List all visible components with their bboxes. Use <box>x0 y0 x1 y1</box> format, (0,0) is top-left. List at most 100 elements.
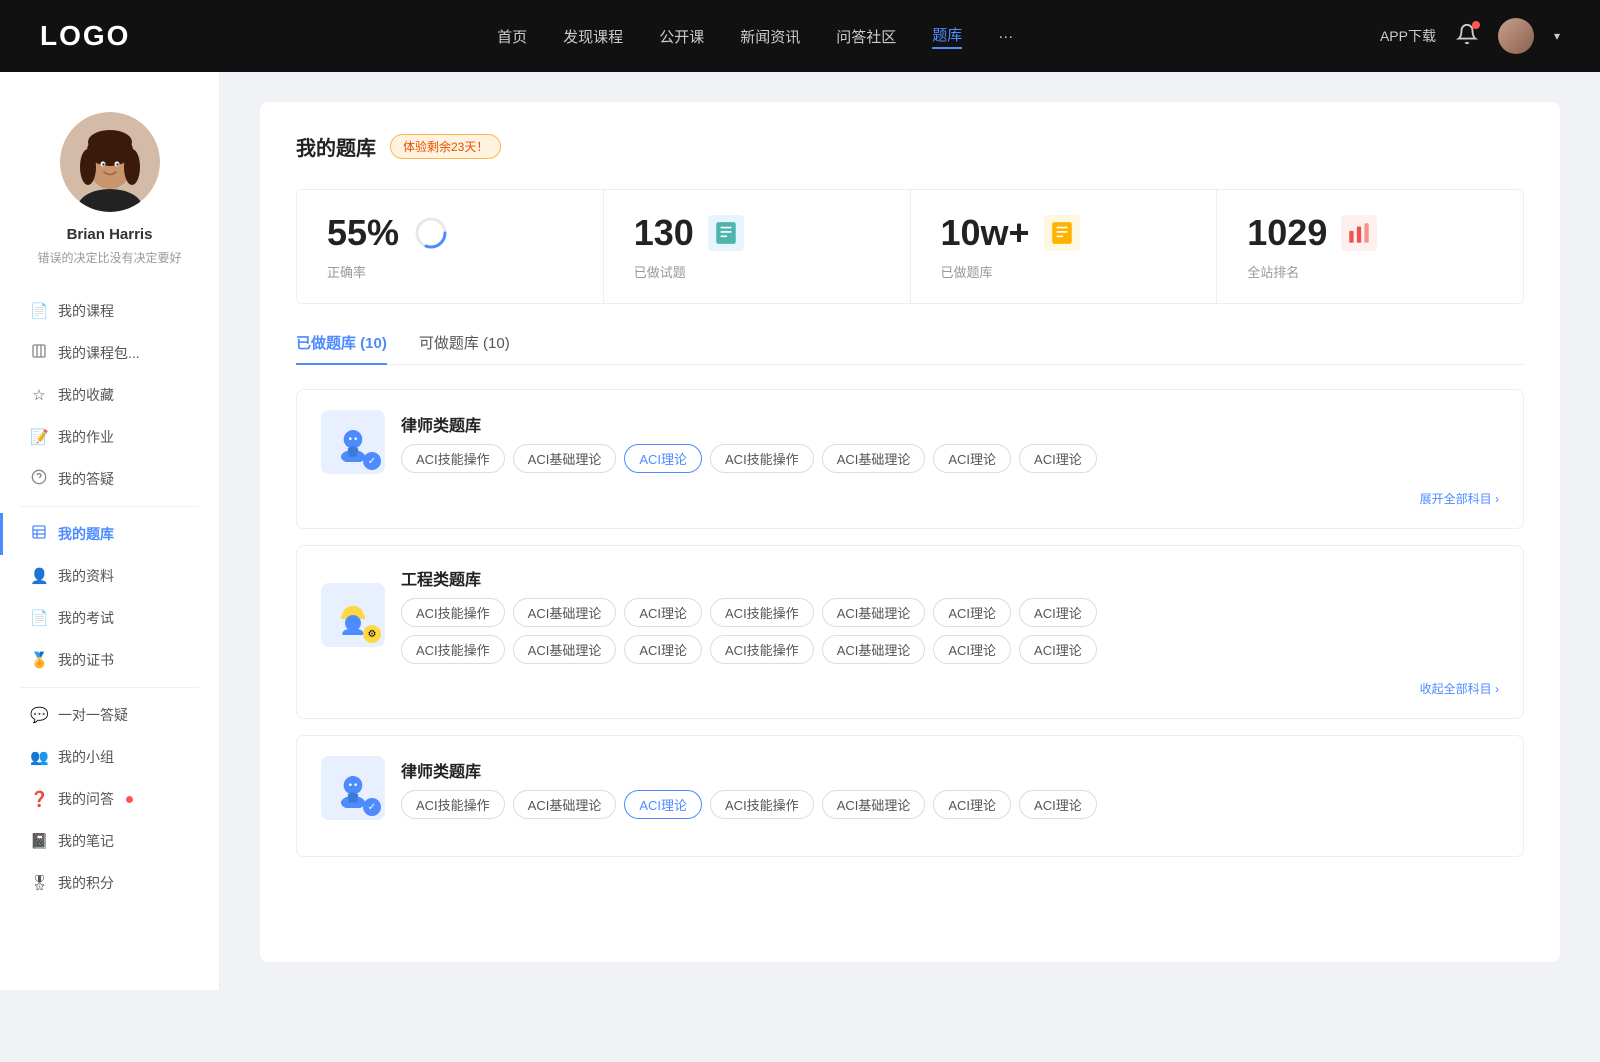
sidebar-item-my-qa[interactable]: ❓ 我的问答 <box>0 778 219 820</box>
stats-row: 55% 正确率 130 <box>296 189 1524 304</box>
lawyer-icon-1: ✓ <box>321 410 385 474</box>
sidebar-item-notes[interactable]: 📓 我的笔记 <box>0 820 219 862</box>
lawyer-icon-2: ✓ <box>321 756 385 820</box>
sidebar-item-exams[interactable]: 📄 我的考试 <box>0 597 219 639</box>
tab-done-banks[interactable]: 已做题库 (10) <box>296 332 387 365</box>
accuracy-icon <box>413 215 449 251</box>
sidebar-item-groups[interactable]: 👥 我的小组 <box>0 736 219 778</box>
sidebar-user-name: Brian Harris <box>67 226 153 243</box>
bank-collapse-2[interactable]: 收起全部科目 › <box>1420 682 1499 696</box>
sidebar-item-homework[interactable]: 📝 我的作业 <box>0 416 219 458</box>
nav-bank[interactable]: 题库 <box>932 24 962 49</box>
logo: LOGO <box>40 20 130 52</box>
nav-home[interactable]: 首页 <box>497 26 527 47</box>
sidebar-menu: 📄 我的课程 我的课程包... ☆ 我的收藏 📝 我的作业 <box>0 290 219 904</box>
my-qa-icon: ❓ <box>30 790 48 808</box>
tag-3-4[interactable]: ACI基础理论 <box>822 790 926 819</box>
exams-icon: 📄 <box>30 609 48 627</box>
lawyer-badge-2: ✓ <box>363 798 381 816</box>
page-header: 我的题库 体验剩余23天！ <box>296 132 1524 161</box>
notes-icon: 📓 <box>30 832 48 850</box>
sidebar-divider-1 <box>20 506 199 507</box>
tag-1-1[interactable]: ACI基础理论 <box>513 444 617 473</box>
tag-3-2[interactable]: ACI理论 <box>624 790 702 819</box>
user-avatar[interactable] <box>1498 18 1534 54</box>
points-icon: 🎖 <box>30 874 48 892</box>
tag-1-5[interactable]: ACI理论 <box>933 444 1011 473</box>
tag-2-10[interactable]: ACI技能操作 <box>710 635 814 664</box>
nav-more[interactable]: ··· <box>998 28 1013 45</box>
sidebar-item-courses[interactable]: 📄 我的课程 <box>0 290 219 332</box>
course-pkg-icon <box>30 343 48 363</box>
nav-news[interactable]: 新闻资讯 <box>740 26 800 47</box>
nav-open-course[interactable]: 公开课 <box>659 26 704 47</box>
done-q-icon <box>708 215 744 251</box>
sidebar-tagline: 错误的决定比没有决定要好 <box>37 249 181 266</box>
tag-1-4[interactable]: ACI基础理论 <box>822 444 926 473</box>
tag-2-12[interactable]: ACI理论 <box>933 635 1011 664</box>
sidebar-item-question-bank[interactable]: 我的题库 <box>0 513 219 555</box>
nav-discover[interactable]: 发现课程 <box>563 26 623 47</box>
tag-2-8[interactable]: ACI基础理论 <box>513 635 617 664</box>
tag-2-9[interactable]: ACI理论 <box>624 635 702 664</box>
stat-rank-label: 全站排名 <box>1247 262 1493 281</box>
sidebar-divider-2 <box>20 687 199 688</box>
stat-done-q-value: 130 <box>634 212 694 254</box>
tag-2-1[interactable]: ACI基础理论 <box>513 598 617 627</box>
app-download-button[interactable]: APP下载 <box>1380 26 1436 46</box>
tag-2-6[interactable]: ACI理论 <box>1019 598 1097 627</box>
tags-section-3: 律师类题库 ACI技能操作 ACI基础理论 ACI理论 ACI技能操作 ACI基… <box>401 758 1499 819</box>
tag-2-7[interactable]: ACI技能操作 <box>401 635 505 664</box>
tag-2-13[interactable]: ACI理论 <box>1019 635 1097 664</box>
bank-expand-1[interactable]: 展开全部科目 › <box>1420 492 1499 506</box>
tabs-row: 已做题库 (10) 可做题库 (10) <box>296 332 1524 365</box>
trial-badge: 体验剩余23天！ <box>390 134 501 159</box>
profile-icon: 👤 <box>30 567 48 585</box>
tag-1-2[interactable]: ACI理论 <box>624 444 702 473</box>
bank-card-engineer: ⚙ 工程类题库 ACI技能操作 ACI基础理论 ACI理论 ACI技能操作 AC… <box>296 545 1524 719</box>
stat-rank-value: 1029 <box>1247 212 1327 254</box>
tag-1-0[interactable]: ACI技能操作 <box>401 444 505 473</box>
bank-card-lawyer-1: ✓ 律师类题库 ACI技能操作 ACI基础理论 ACI理论 ACI技能操作 AC… <box>296 389 1524 529</box>
bank-card-header-3: ✓ 律师类题库 ACI技能操作 ACI基础理论 ACI理论 ACI技能操作 AC… <box>321 756 1499 820</box>
bank-card-lawyer-2: ✓ 律师类题库 ACI技能操作 ACI基础理论 ACI理论 ACI技能操作 AC… <box>296 735 1524 857</box>
tag-2-2[interactable]: ACI理论 <box>624 598 702 627</box>
bell-dot <box>1472 21 1480 29</box>
tag-1-3[interactable]: ACI技能操作 <box>710 444 814 473</box>
tag-1-6[interactable]: ACI理论 <box>1019 444 1097 473</box>
sidebar-item-favorites[interactable]: ☆ 我的收藏 <box>0 374 219 416</box>
nav-right: APP下载 ▾ <box>1380 18 1560 54</box>
sidebar-item-qa[interactable]: 我的答疑 <box>0 458 219 500</box>
bank-title-1: 律师类题库 <box>401 412 1499 436</box>
tag-2-4[interactable]: ACI基础理论 <box>822 598 926 627</box>
user-dropdown-arrow[interactable]: ▾ <box>1554 29 1560 43</box>
tag-2-3[interactable]: ACI技能操作 <box>710 598 814 627</box>
stat-accuracy-label: 正确率 <box>327 262 573 281</box>
tab-available-banks[interactable]: 可做题库 (10) <box>419 332 510 365</box>
tag-2-5[interactable]: ACI理论 <box>933 598 1011 627</box>
main-content: 我的题库 体验剩余23天！ 55% <box>220 72 1600 992</box>
tag-2-0[interactable]: ACI技能操作 <box>401 598 505 627</box>
notification-bell[interactable] <box>1456 23 1478 50</box>
engineer-icon: ⚙ <box>321 583 385 647</box>
bank-card-header-1: ✓ 律师类题库 ACI技能操作 ACI基础理论 ACI理论 ACI技能操作 AC… <box>321 410 1499 474</box>
tag-3-1[interactable]: ACI基础理论 <box>513 790 617 819</box>
navbar: LOGO 首页 发现课程 公开课 新闻资讯 问答社区 题库 ··· APP下载 … <box>0 0 1600 72</box>
stat-done-banks: 10w+ 已做题库 <box>911 190 1218 303</box>
sidebar-item-1on1[interactable]: 💬 一对一答疑 <box>0 694 219 736</box>
sidebar-item-course-pkg[interactable]: 我的课程包... <box>0 332 219 374</box>
sidebar-item-points[interactable]: 🎖 我的积分 <box>0 862 219 904</box>
tag-3-3[interactable]: ACI技能操作 <box>710 790 814 819</box>
sidebar-item-certificates[interactable]: 🏅 我的证书 <box>0 639 219 681</box>
tag-3-6[interactable]: ACI理论 <box>1019 790 1097 819</box>
stat-done-b-label: 已做题库 <box>941 262 1187 281</box>
tag-3-5[interactable]: ACI理论 <box>933 790 1011 819</box>
nav-qa[interactable]: 问答社区 <box>836 26 896 47</box>
lawyer-badge-1: ✓ <box>363 452 381 470</box>
stat-rank: 1029 全站排名 <box>1217 190 1523 303</box>
qa-icon <box>30 469 48 489</box>
sidebar-item-profile[interactable]: 👤 我的资料 <box>0 555 219 597</box>
tag-3-0[interactable]: ACI技能操作 <box>401 790 505 819</box>
tag-2-11[interactable]: ACI基础理论 <box>822 635 926 664</box>
bank-title-3: 律师类题库 <box>401 758 1499 782</box>
